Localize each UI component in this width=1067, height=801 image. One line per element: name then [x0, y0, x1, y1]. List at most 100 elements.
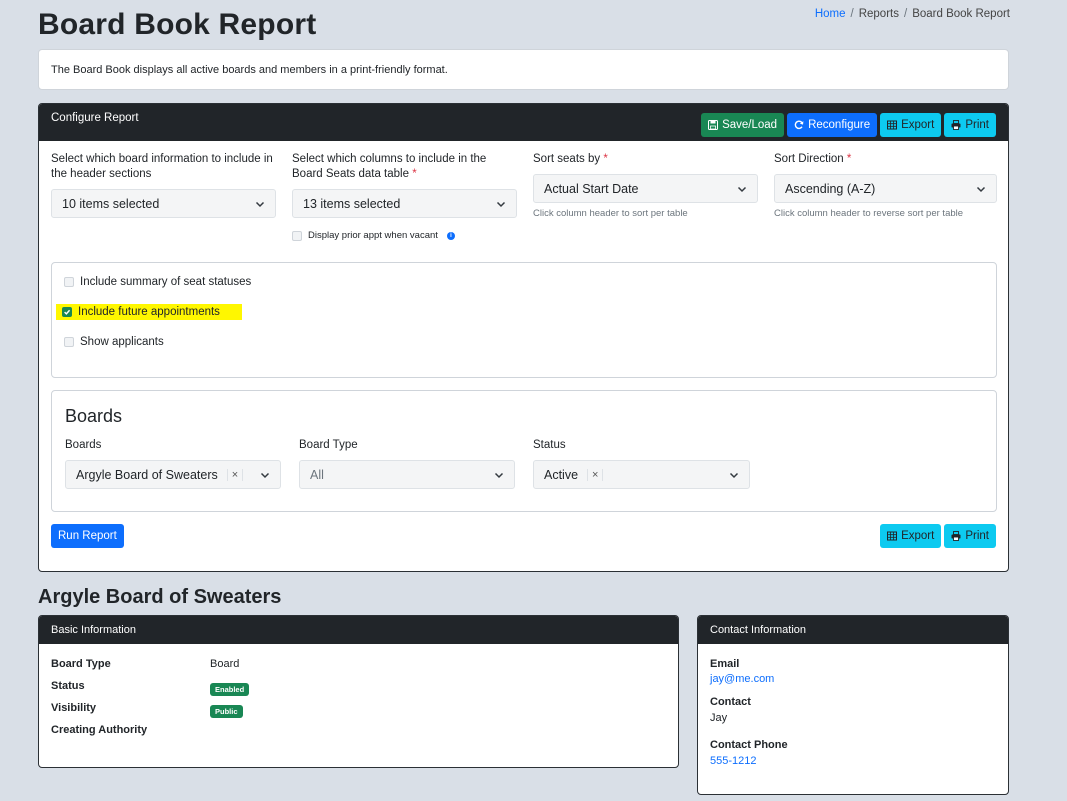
chevron-down-icon [496, 201, 506, 207]
configure-report-header: Configure Report Save/Load Reconfigure E… [39, 104, 1008, 141]
display-prior-checkbox[interactable] [292, 230, 302, 241]
boards-tag-label: Argyle Board of Sweaters [76, 467, 218, 482]
floppy-disk-icon [708, 119, 719, 130]
basic-information-header: Basic Information [39, 616, 678, 644]
columns-select[interactable]: 13 items selected [292, 189, 517, 218]
export-button[interactable]: Export [880, 112, 942, 137]
board-type-key: Board Type [51, 658, 111, 670]
email-link[interactable]: jay@me.com [710, 673, 774, 685]
header-info-select[interactable]: 10 items selected [51, 189, 276, 218]
board-title: Argyle Board of Sweaters [38, 586, 282, 608]
table-icon [887, 120, 898, 129]
footer-button-group: Export Print [880, 524, 996, 548]
sort-direction-field: Sort Direction * Ascending (A-Z) Click c… [774, 152, 997, 219]
configure-report-title: Configure Report [51, 111, 139, 124]
basic-information-title: Basic Information [51, 624, 136, 636]
future-appointments-label: Include future appointments [78, 306, 220, 318]
sort-seats-label: Sort seats by [533, 153, 601, 165]
columns-value: 13 items selected [303, 196, 401, 211]
status-tag-label: Active [544, 467, 579, 482]
contact-key: Contact [710, 696, 751, 708]
refresh-icon [794, 120, 804, 129]
contact-information-header: Contact Information [698, 616, 1008, 644]
summary-option: Include summary of seat statuses [64, 276, 251, 288]
sort-seats-select[interactable]: Actual Start Date [533, 174, 758, 203]
run-report-button[interactable]: Run Report [51, 524, 124, 548]
applicants-option: Show applicants [64, 336, 164, 348]
footer-export-label: Export [901, 530, 935, 542]
boards-field: Boards Argyle Board of Sweaters × [65, 438, 281, 489]
board-type-field: Board Type All [299, 438, 515, 489]
chevron-down-icon [255, 201, 265, 207]
chevron-down-icon [729, 472, 739, 478]
run-report-label: Run Report [58, 530, 117, 542]
page-title: Board Book Report [38, 8, 317, 41]
save-load-button[interactable]: Save/Load [701, 112, 785, 137]
summary-checkbox[interactable] [64, 277, 74, 287]
print-button[interactable]: Print [944, 112, 996, 137]
boards-tag: Argyle Board of Sweaters × [76, 467, 244, 482]
applicants-label: Show applicants [80, 336, 164, 348]
report-options-box: Include summary of seat statuses Include… [51, 262, 997, 378]
sort-seats-help: Click column header to sort per table [533, 208, 688, 219]
sort-direction-label: Sort Direction [774, 153, 844, 165]
visibility-key: Visibility [51, 702, 97, 714]
contact-phone-key: Contact Phone [710, 739, 788, 751]
boards-select[interactable]: Argyle Board of Sweaters × [65, 460, 281, 489]
status-field: Status Active × [533, 438, 750, 489]
chevron-down-icon [494, 472, 504, 478]
status-key: Status [51, 680, 85, 692]
contact-phone-link[interactable]: 555-1212 [710, 755, 757, 767]
remove-tag-icon[interactable]: × [587, 468, 604, 481]
email-key: Email [710, 658, 740, 670]
boards-section-title: Boards [65, 406, 123, 426]
reconfigure-label: Reconfigure [808, 118, 871, 131]
status-tag: Active × [544, 467, 604, 482]
breadcrumb-separator: / [903, 8, 908, 20]
contact-value: Jay [710, 712, 728, 724]
columns-label: Select which columns to include in the B… [292, 153, 487, 180]
header-info-value: 10 items selected [62, 196, 160, 211]
chevron-down-icon [737, 186, 747, 192]
header-info-field: Select which board information to includ… [51, 152, 276, 218]
printer-icon [951, 531, 961, 541]
contact-information-title: Contact Information [710, 624, 806, 636]
applicants-checkbox[interactable] [64, 337, 74, 347]
checkmark-icon [64, 309, 71, 315]
board-type-select[interactable]: All [299, 460, 515, 489]
sort-direction-value: Ascending (A-Z) [785, 181, 876, 196]
future-appointments-option: Include future appointments [56, 304, 242, 320]
visibility-badge-text: Public [210, 705, 243, 718]
info-icon[interactable]: i [446, 231, 455, 240]
footer-print-button[interactable]: Print [944, 524, 996, 548]
description-card: The Board Book displays all active board… [38, 49, 1009, 90]
remove-tag-icon[interactable]: × [226, 468, 244, 481]
reconfigure-button[interactable]: Reconfigure [787, 112, 878, 137]
display-prior-label: Display prior appt when vacant [308, 230, 438, 241]
future-appointments-checkbox[interactable] [62, 307, 72, 317]
board-type-value: Board [210, 658, 240, 670]
board-type-label: Board Type [299, 439, 358, 451]
chevron-down-icon [260, 472, 270, 478]
required-mark: * [412, 168, 417, 180]
creating-authority-key: Creating Authority [51, 724, 148, 736]
header-button-group: Save/Load Reconfigure Export Print [701, 112, 996, 137]
footer-export-button[interactable]: Export [880, 524, 942, 548]
configure-report-card: Configure Report Save/Load Reconfigure E… [38, 103, 1009, 572]
breadcrumb-home-link[interactable]: Home [815, 8, 846, 20]
contact-information-card: Contact Information Email jay@me.com Con… [697, 615, 1009, 795]
table-icon [887, 531, 898, 541]
breadcrumb-reports: Reports [858, 8, 899, 20]
description-text: The Board Book displays all active board… [51, 64, 448, 76]
status-select[interactable]: Active × [533, 460, 750, 489]
header-info-label: Select which board information to includ… [51, 153, 273, 180]
status-label: Status [533, 439, 566, 451]
sort-direction-select[interactable]: Ascending (A-Z) [774, 174, 997, 203]
export-label: Export [901, 118, 935, 131]
breadcrumb: Home / Reports / Board Book Report [815, 8, 1010, 20]
board-type-value: All [310, 467, 324, 482]
sort-seats-value: Actual Start Date [544, 181, 639, 196]
status-badge-text: Enabled [210, 683, 250, 696]
columns-field: Select which columns to include in the B… [292, 152, 517, 241]
status-badge: Enabled [210, 681, 250, 696]
